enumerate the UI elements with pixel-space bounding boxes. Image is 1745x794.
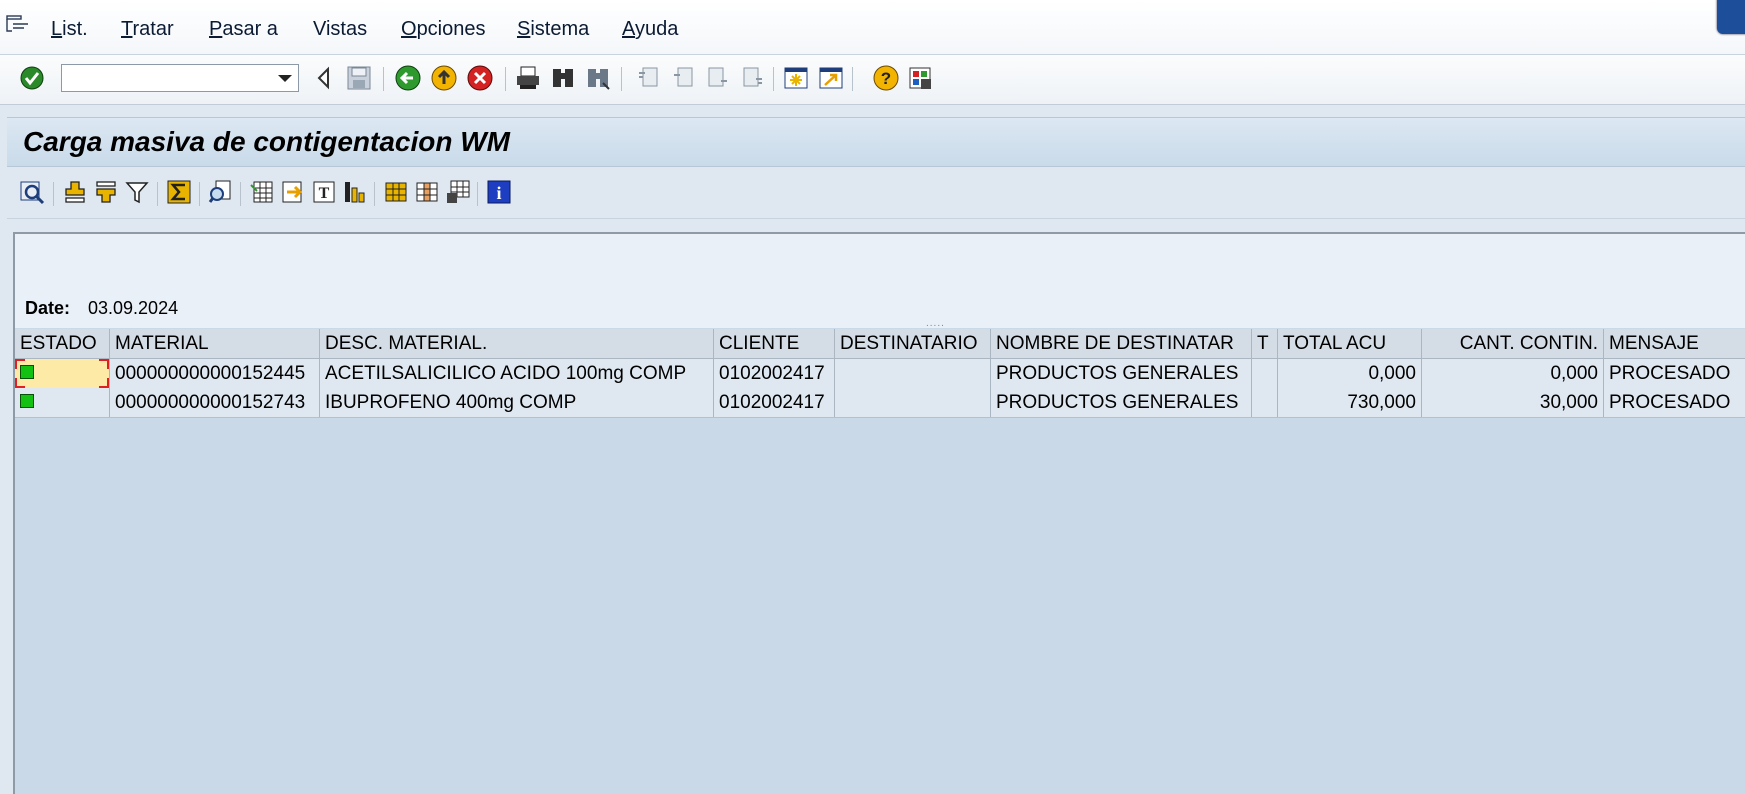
total-acu-cell[interactable]: 730,000 [1278,388,1422,417]
cant-contin-cell[interactable]: 0,000 [1422,359,1604,388]
export-file-icon[interactable] [278,177,308,207]
cell-focus-marker [99,359,109,369]
list-header: Date: 03.09.2024 [13,232,1745,328]
column-header-desc-material[interactable]: DESC. MATERIAL. [320,329,714,358]
toolbar-separator [477,182,478,206]
column-header-cant-contin[interactable]: CANT. CONTIN. [1422,329,1604,358]
desc-material-cell[interactable]: ACETILSALICILICO ACIDO 100mg COMP [320,359,714,388]
material-cell[interactable]: 000000000000152743 [110,388,320,417]
column-header-nombre-destinatario[interactable]: NOMBRE DE DESTINATAR [991,329,1252,358]
destinatario-cell[interactable] [835,359,991,388]
column-header-cliente[interactable]: CLIENTE [714,329,835,358]
material-cell[interactable]: 000000000000152445 [110,359,320,388]
nombre-destinatario-cell[interactable]: PRODUCTOS GENERALES [991,388,1252,417]
toolbar-separator [157,182,158,206]
word-processing-icon[interactable]: T [309,177,339,207]
column-header-mensaje[interactable]: MENSAJE [1604,329,1745,358]
layout-select-icon[interactable] [381,177,411,207]
menu-vistas[interactable]: Vistas [313,18,367,41]
cell-focus-marker [15,359,25,369]
sum-icon[interactable] [164,177,194,207]
svg-text:i: i [496,183,501,203]
sort-ascending-icon[interactable] [60,177,90,207]
graphic-icon[interactable] [340,177,370,207]
column-header-destinatario[interactable]: DESTINATARIO [835,329,991,358]
toolbar-separator [53,182,54,206]
alv-toolbar: T i [7,167,1745,219]
mensaje-cell[interactable]: PROCESADO [1604,388,1745,417]
menu-sistema[interactable]: Sistema [517,18,589,41]
table-row[interactable]: 000000000000152743 IBUPROFENO 400mg COMP… [15,388,1745,418]
toolbar-separator [199,182,200,206]
table-row[interactable]: 000000000000152445 ACETILSALICILICO ACID… [15,359,1745,389]
title-bar: Carga masiva de contigentacion WM [7,117,1745,167]
desc-material-cell[interactable]: IBUPROFENO 400mg COMP [320,388,714,417]
menu-pasar-a[interactable]: Pasar a [209,18,278,41]
details-icon[interactable] [17,177,47,207]
column-header-estado[interactable]: ESTADO [15,329,110,358]
date-value: 03.09.2024 [88,298,179,318]
cliente-cell[interactable]: 0102002417 [714,388,835,417]
command-field[interactable] [61,64,299,92]
toolbar-separator [374,182,375,206]
column-header-t[interactable]: T [1252,329,1278,358]
cell-focus-marker [15,378,25,388]
menu-list[interactable]: List. [51,18,88,41]
grid-header-row: ESTADO MATERIAL DESC. MATERIAL. CLIENTE … [15,329,1745,359]
status-cell[interactable] [15,359,110,388]
menu-tratar[interactable]: Tratar [121,18,174,41]
destinatario-cell[interactable] [835,388,991,417]
svg-text:T: T [319,185,330,202]
column-header-material[interactable]: MATERIAL [110,329,320,358]
sort-descending-icon[interactable] [91,177,121,207]
nombre-destinatario-cell[interactable]: PRODUCTOS GENERALES [991,359,1252,388]
menu-bar: List. Tratar Pasar a Vistas Opciones Sis… [0,0,1745,55]
menu-opciones[interactable]: Opciones [401,18,486,41]
enter-icon[interactable] [17,63,47,93]
info-icon[interactable]: i [484,177,514,207]
cell-focus-marker [99,378,109,388]
cliente-cell[interactable]: 0102002417 [714,359,835,388]
print-preview-icon[interactable] [206,177,236,207]
t-cell[interactable] [1252,359,1278,388]
window-control-button[interactable] [1717,0,1745,34]
status-green-icon [20,394,34,409]
status-cell[interactable] [15,388,110,417]
layout-save-icon[interactable] [443,177,473,207]
t-cell[interactable] [1252,388,1278,417]
cant-contin-cell[interactable]: 30,000 [1422,388,1604,417]
date-label: Date: [25,298,71,318]
chevron-down-icon[interactable] [278,75,292,82]
toolbar-separator [240,182,241,206]
export-spreadsheet-icon[interactable] [247,177,277,207]
filter-icon[interactable] [122,177,152,207]
menu-ayuda[interactable]: Ayuda [622,18,678,41]
layout-change-icon[interactable] [412,177,442,207]
page-title: Carga masiva de contigentacion WM [23,126,510,157]
column-header-total-acu[interactable]: TOTAL ACU [1278,329,1422,358]
menu-list-icon[interactable] [6,14,30,34]
alv-grid: ESTADO MATERIAL DESC. MATERIAL. CLIENTE … [13,328,1745,794]
mensaje-cell[interactable]: PROCESADO [1604,359,1745,388]
total-acu-cell[interactable]: 0,000 [1278,359,1422,388]
